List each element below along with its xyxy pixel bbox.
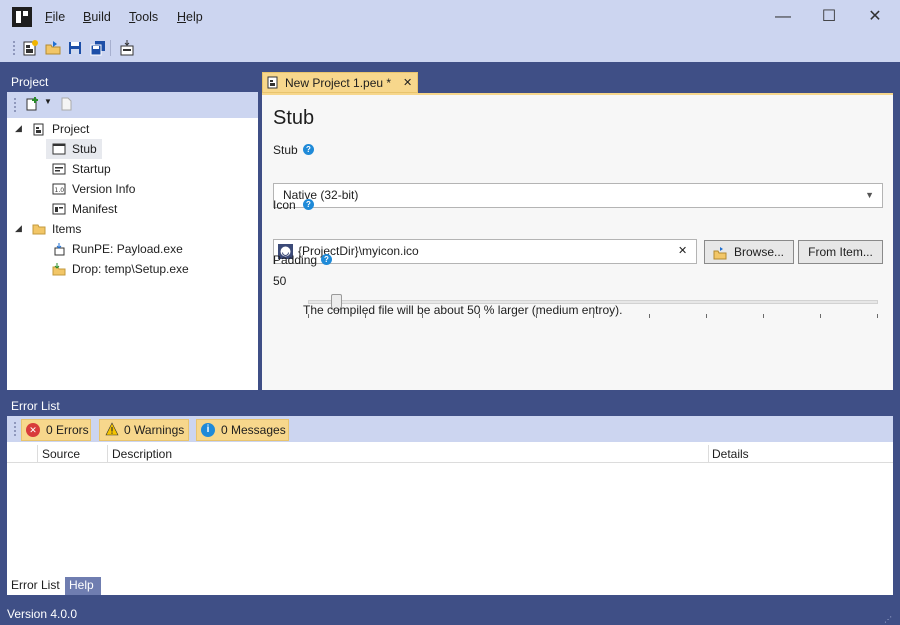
menu-tools[interactable]: Tools [129, 10, 158, 24]
stub-dropdown[interactable]: Native (32-bit) ▼ [273, 183, 883, 208]
startup-icon [52, 163, 66, 175]
runpe-icon [54, 243, 65, 256]
tree-item-drop[interactable]: Drop: temp\Setup.exe [52, 259, 252, 279]
resize-grip-icon[interactable]: ⋰ [884, 609, 892, 625]
column-description[interactable]: Description [108, 445, 709, 463]
errors-filter-button[interactable]: ✕ 0 Errors [21, 419, 91, 441]
version-text: Version 4.0.0 [7, 607, 78, 621]
project-panel-toolbar: ▼ [7, 92, 258, 118]
slider-tick [706, 314, 707, 318]
page-title: Stub [273, 107, 315, 129]
browse-button[interactable]: Browse... [704, 240, 794, 264]
menu-build[interactable]: Build [83, 10, 111, 24]
icon-help-icon[interactable]: ? [303, 199, 314, 210]
version-info-icon: 1.0 [52, 183, 66, 195]
close-window-button[interactable]: ✕ [852, 0, 898, 34]
tree-item-version-info[interactable]: 1.0 Version Info [52, 179, 232, 199]
menu-help[interactable]: Help [177, 10, 203, 24]
manifest-icon [52, 203, 66, 215]
open-folder-icon [713, 245, 727, 260]
warning-icon [105, 422, 119, 436]
padding-value: 50 [273, 274, 287, 288]
column-details[interactable]: Details [708, 445, 893, 463]
save-all-icon[interactable] [89, 39, 107, 57]
toolbar-separator [110, 40, 111, 56]
icon-path-field[interactable]: {ProjectDir}\myicon.ico ✕ [273, 239, 697, 264]
app-icon [12, 7, 32, 27]
status-bar: Version 4.0.0 ⋰ [0, 603, 900, 625]
project-icon [33, 123, 44, 136]
collapse-arrow-icon[interactable]: ◢ [15, 223, 22, 234]
slider-tick [649, 314, 650, 318]
messages-filter-button[interactable]: i 0 Messages [196, 419, 289, 441]
window-icon [52, 143, 66, 155]
project-toolbar-grip[interactable] [13, 97, 17, 113]
warnings-filter-button[interactable]: 0 Warnings [99, 419, 189, 441]
error-list-header: Error List [7, 396, 893, 416]
padding-help-icon[interactable]: ? [321, 254, 332, 265]
stub-help-icon[interactable]: ? [303, 144, 314, 155]
padding-note: The compiled file will be about 50 % lar… [303, 303, 623, 317]
project-panel: Project ▼ ◢ Project Stub Startup 1.0 Ver… [7, 72, 258, 390]
document-area: New Project 1.peu * ✕ Stub Stub ? Native… [262, 72, 893, 390]
tree-item-runpe[interactable]: RunPE: Payload.exe [52, 239, 252, 259]
drop-icon [52, 263, 66, 276]
add-item-icon[interactable] [24, 96, 40, 112]
tree-item-manifest[interactable]: Manifest [52, 199, 232, 219]
add-item-dropdown-icon[interactable]: ▼ [44, 97, 52, 106]
build-icon[interactable] [118, 39, 136, 57]
clear-icon[interactable]: ✕ [678, 244, 687, 257]
project-panel-header: Project [7, 72, 258, 92]
chevron-down-icon: ▼ [865, 190, 874, 200]
from-item-button[interactable]: From Item... [798, 240, 883, 264]
stub-label: Stub [273, 143, 298, 157]
folder-icon [32, 224, 46, 235]
collapse-arrow-icon[interactable]: ◢ [15, 123, 22, 134]
remove-item-icon[interactable] [58, 96, 74, 112]
save-icon[interactable] [66, 39, 84, 57]
tab-help[interactable]: Help [65, 577, 101, 595]
tree-item-items[interactable]: Items [32, 219, 232, 239]
tree-item-stub[interactable]: Stub [46, 139, 102, 159]
info-icon: i [201, 423, 215, 437]
toolbar-grip[interactable] [12, 40, 16, 56]
icon-label: Icon [273, 198, 296, 212]
tab-new-project[interactable]: New Project 1.peu * ✕ [262, 72, 418, 93]
column-source[interactable]: Source [38, 445, 108, 463]
minimize-button[interactable]: — [760, 0, 806, 34]
main-toolbar [0, 36, 900, 62]
tree-item-project[interactable]: Project [32, 119, 232, 139]
tab-title: New Project 1.peu * [285, 76, 392, 90]
column-icon[interactable] [7, 445, 38, 463]
tab-error-list[interactable]: Error List [7, 577, 65, 595]
slider-tick [763, 314, 764, 318]
maximize-button[interactable]: ☐ [806, 0, 852, 34]
slider-tick [877, 314, 878, 318]
slider-tick [820, 314, 821, 318]
close-tab-icon[interactable]: ✕ [403, 74, 412, 93]
padding-label: Padding [273, 253, 318, 267]
menu-file[interactable]: File [45, 10, 65, 24]
svg-text:1.0: 1.0 [55, 187, 65, 194]
stub-settings-page: Stub Stub ? Native (32-bit) ▼ Icon ? {Pr… [262, 95, 893, 390]
new-project-icon[interactable] [21, 39, 39, 57]
error-list-panel: Error List ✕ 0 Errors 0 Warnings i 0 Mes… [7, 396, 893, 595]
title-bar: File Build Tools Help — ☐ ✕ [0, 0, 900, 36]
error-toolbar-grip[interactable] [13, 421, 17, 437]
open-folder-icon[interactable] [44, 39, 62, 57]
error-icon: ✕ [26, 423, 40, 437]
project-file-icon [267, 76, 279, 89]
tree-item-startup[interactable]: Startup [52, 159, 232, 179]
